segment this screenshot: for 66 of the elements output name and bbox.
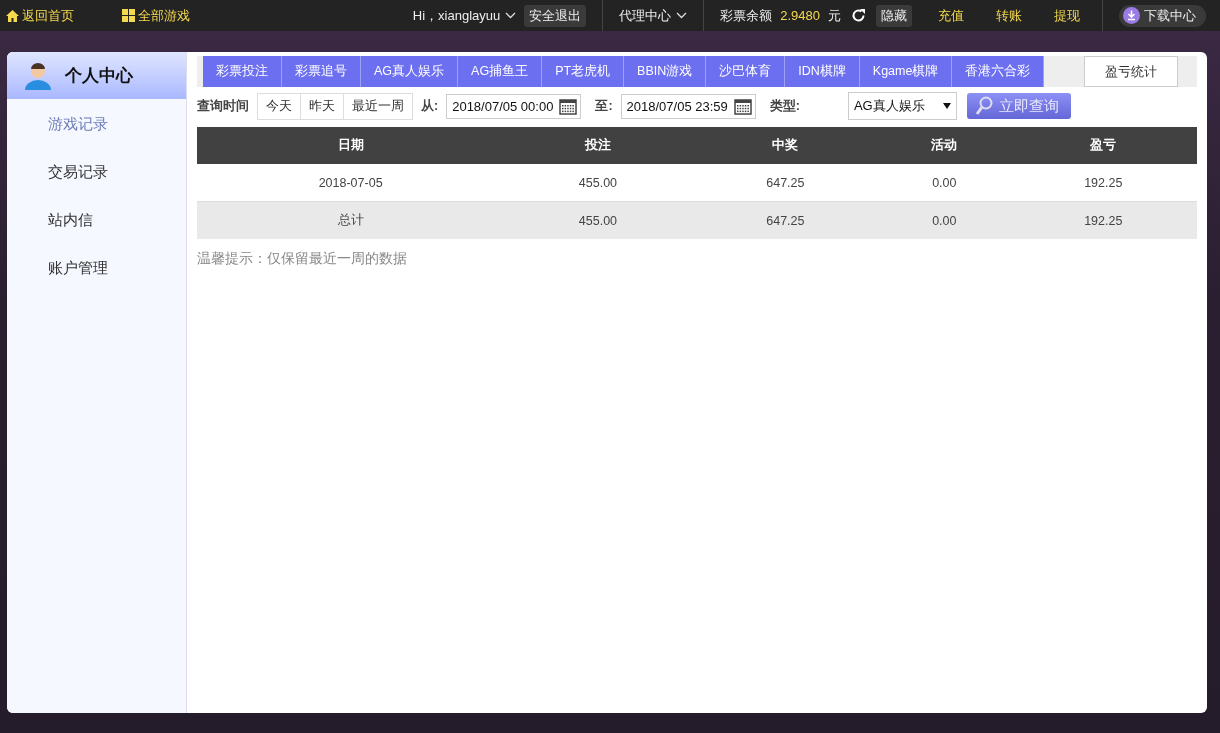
download-button[interactable]: 下载中心 bbox=[1119, 4, 1206, 27]
refresh-icon[interactable] bbox=[851, 8, 866, 23]
calendar-icon bbox=[559, 97, 578, 115]
tab[interactable]: AG真人娱乐 bbox=[361, 56, 459, 87]
column-header: 盈亏 bbox=[1009, 127, 1197, 164]
sidebar-item[interactable]: 站内信 bbox=[7, 195, 186, 243]
top-link[interactable]: 充值 bbox=[938, 6, 964, 25]
type-label: 类型: bbox=[769, 97, 800, 115]
tab[interactable]: 彩票投注 bbox=[203, 56, 282, 87]
balance-value: 2.9480 bbox=[780, 8, 820, 23]
table-cell: 192.25 bbox=[1009, 164, 1197, 202]
query-time-label: 查询时间 bbox=[197, 97, 249, 115]
tab[interactable]: 盈亏统计 bbox=[1084, 56, 1179, 87]
column-header: 中奖 bbox=[691, 127, 880, 164]
tab[interactable]: PT老虎机 bbox=[542, 56, 625, 87]
chevron-icon bbox=[676, 12, 688, 19]
all-games-link[interactable]: 全部游戏 bbox=[122, 6, 190, 25]
table-cell: 647.25 bbox=[691, 164, 880, 202]
home-icon bbox=[6, 9, 19, 22]
table-cell: 455.00 bbox=[504, 164, 692, 202]
type-select[interactable]: AG真人娱乐 bbox=[847, 92, 957, 120]
dropdown-arrow-icon bbox=[942, 103, 951, 109]
currency-label: 元 bbox=[828, 6, 841, 25]
tab[interactable]: Kgame棋牌 bbox=[859, 56, 953, 87]
table-cell: 0.00 bbox=[879, 164, 1010, 202]
grid-icon bbox=[122, 9, 135, 22]
date-field[interactable]: 2018/07/05 00:00 bbox=[446, 93, 582, 119]
hide-button[interactable]: 隐藏 bbox=[876, 4, 912, 27]
sidebar-item[interactable]: 交易记录 bbox=[7, 147, 186, 195]
tab[interactable]: 香港六合彩 bbox=[952, 56, 1045, 87]
to-label: 至: bbox=[595, 97, 613, 115]
chevron-icon bbox=[505, 12, 517, 19]
top-link[interactable]: 转账 bbox=[996, 6, 1022, 25]
home-link[interactable]: 返回首页 bbox=[6, 6, 74, 25]
table-cell: 2018-07-05 bbox=[197, 164, 505, 202]
table-cell: 647.25 bbox=[691, 201, 880, 239]
quick-range-button[interactable]: 最近一周 bbox=[344, 93, 412, 119]
balance-label: 彩票余额 bbox=[720, 6, 773, 25]
logout-button[interactable]: 安全退出 bbox=[524, 4, 587, 27]
search-icon bbox=[974, 96, 993, 116]
download-icon bbox=[1123, 7, 1140, 24]
from-label: 从: bbox=[421, 97, 439, 115]
notice-text: 温馨提示：仅保留最近一周的数据 bbox=[197, 250, 408, 268]
tab[interactable]: 彩票追号 bbox=[282, 56, 361, 87]
sidebar-title: 个人中心 bbox=[65, 64, 133, 87]
tab[interactable]: 沙巴体育 bbox=[706, 56, 786, 87]
quick-range-button[interactable]: 昨天 bbox=[301, 93, 344, 119]
tab[interactable]: BBIN游戏 bbox=[624, 56, 707, 87]
table-cell: 192.25 bbox=[1009, 201, 1197, 239]
column-header: 日期 bbox=[197, 127, 505, 164]
sidebar-item[interactable]: 游戏记录 bbox=[7, 99, 186, 147]
date-field[interactable]: 2018/07/05 23:59 bbox=[620, 93, 756, 119]
top-link[interactable]: 提现 bbox=[1054, 6, 1080, 25]
table-cell: 455.00 bbox=[504, 201, 692, 239]
calendar-icon bbox=[733, 97, 752, 115]
agent-menu[interactable]: 代理中心 bbox=[619, 6, 688, 25]
user-menu[interactable]: Hi，xianglayuu bbox=[412, 6, 517, 25]
column-header: 活动 bbox=[879, 127, 1010, 164]
tab[interactable]: IDN棋牌 bbox=[785, 56, 860, 87]
table-cell: 0.00 bbox=[879, 201, 1010, 239]
user-avatar-icon bbox=[25, 61, 51, 90]
sidebar-item[interactable]: 账户管理 bbox=[7, 243, 186, 291]
table-cell: 总计 bbox=[197, 201, 505, 239]
tab[interactable]: AG捕鱼王 bbox=[458, 56, 543, 87]
quick-range-button[interactable]: 今天 bbox=[258, 93, 301, 119]
column-header: 投注 bbox=[504, 127, 692, 164]
